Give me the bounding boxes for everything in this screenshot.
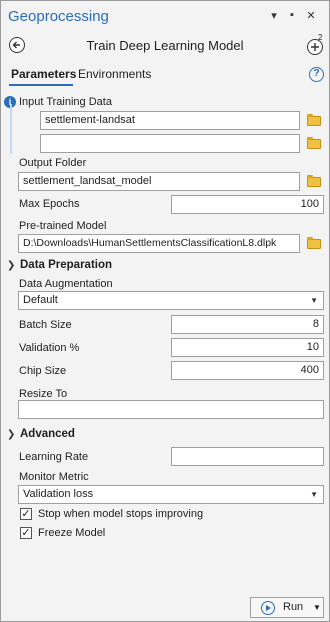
run-label: Run: [283, 601, 304, 613]
close-icon[interactable]: ✕: [304, 9, 318, 22]
batch-size-field[interactable]: 8: [171, 315, 324, 334]
stop-improving-checkbox[interactable]: ✓: [20, 508, 32, 520]
output-folder-field[interactable]: settlement_landsat_model: [18, 172, 300, 191]
stop-improving-label: Stop when model stops improving: [38, 508, 204, 520]
geoprocessing-pane: Geoprocessing ▾ ▪ ✕ Train Deep Learning …: [0, 0, 330, 622]
max-epochs-label: Max Epochs: [19, 198, 80, 210]
monitor-metric-label: Monitor Metric: [19, 471, 89, 483]
data-preparation-header[interactable]: Data Preparation: [20, 259, 112, 271]
advanced-header[interactable]: Advanced: [20, 428, 75, 440]
pane-menu-icon[interactable]: ▾: [267, 9, 281, 22]
tab-parameters[interactable]: Parameters: [11, 67, 76, 81]
chip-size-label: Chip Size: [19, 365, 67, 377]
run-button[interactable]: Run ▼: [250, 597, 324, 618]
learning-rate-field[interactable]: [171, 447, 324, 466]
pane-autohide-icon[interactable]: ▪: [285, 9, 299, 21]
required-indicator: [10, 104, 12, 154]
monitor-metric-select[interactable]: Validation loss ▼: [18, 485, 324, 504]
monitor-metric-value: Validation loss: [23, 488, 94, 500]
active-tab-indicator: [9, 84, 73, 86]
validation-label: Validation %: [19, 342, 80, 354]
chevron-down-icon: ▼: [310, 490, 318, 499]
title-bar: Geoprocessing ▾ ▪ ✕: [1, 1, 329, 33]
freeze-model-label: Freeze Model: [38, 527, 106, 539]
batch-size-label: Batch Size: [19, 319, 72, 331]
chevron-down-icon: ▼: [310, 296, 318, 305]
pretrained-model-label: Pre-trained Model: [19, 220, 107, 232]
pane-title: Geoprocessing: [8, 8, 109, 25]
chip-size-field[interactable]: 400: [171, 361, 324, 380]
help-icon[interactable]: ?: [309, 67, 324, 82]
input-training-data-field-1[interactable]: settlement-landsat: [40, 111, 300, 130]
chevron-down-icon[interactable]: ❯: [7, 260, 15, 271]
validation-field[interactable]: 10: [171, 338, 324, 357]
tab-environments[interactable]: Environments: [78, 67, 151, 81]
folder-icon[interactable]: [307, 137, 321, 149]
tool-title: Train Deep Learning Model: [86, 38, 244, 53]
pretrained-model-field[interactable]: D:\Downloads\HumanSettlementsClassificat…: [18, 234, 300, 253]
resize-to-label: Resize To: [19, 388, 68, 400]
input-training-data-label: Input Training Data: [19, 96, 112, 108]
chevron-down-icon[interactable]: ❯: [7, 429, 15, 440]
folder-icon[interactable]: [307, 175, 321, 187]
play-icon: [261, 601, 275, 615]
data-augmentation-label: Data Augmentation: [19, 278, 113, 290]
folder-icon[interactable]: [307, 114, 321, 126]
input-training-data-field-2[interactable]: [40, 134, 300, 153]
folder-icon[interactable]: [307, 237, 321, 249]
add-badge: 2: [318, 33, 323, 42]
data-augmentation-select[interactable]: Default ▼: [18, 291, 324, 310]
output-folder-label: Output Folder: [19, 157, 87, 169]
resize-to-field[interactable]: [18, 400, 324, 419]
learning-rate-label: Learning Rate: [19, 451, 89, 463]
freeze-model-checkbox[interactable]: ✓: [20, 527, 32, 539]
data-augmentation-value: Default: [23, 294, 58, 306]
max-epochs-field[interactable]: 100: [171, 195, 324, 214]
tool-header: Train Deep Learning Model 2: [1, 33, 329, 59]
chevron-down-icon[interactable]: ▼: [313, 603, 321, 612]
